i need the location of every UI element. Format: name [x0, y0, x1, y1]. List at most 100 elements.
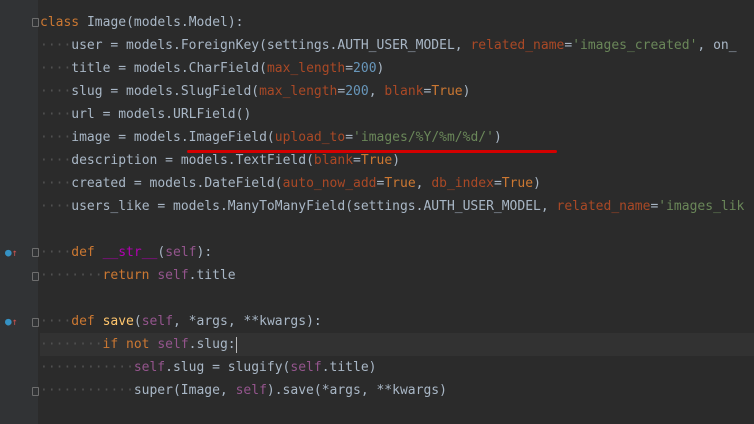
code-token: return [102, 268, 158, 283]
code-token: , on_ [697, 38, 737, 53]
code-token: True [431, 84, 463, 99]
indent-guide: ···· [40, 314, 72, 329]
code-token: def [71, 245, 103, 260]
code-token: url = models.URLField() [71, 107, 252, 122]
code-line[interactable] [40, 287, 754, 310]
code-token: , *args, **kwargs): [173, 314, 322, 329]
indent-guide: ···· [40, 84, 72, 99]
fold-marker[interactable] [32, 272, 39, 281]
text-cursor [235, 336, 237, 353]
code-token: self [290, 360, 322, 375]
code-line[interactable]: ···· user = models.ForeignKey(settings.AU… [40, 34, 754, 57]
code-token: 'images_lik [658, 199, 745, 214]
code-token: = [564, 38, 573, 53]
code-token: related_name [556, 199, 651, 214]
code-token: (Image, [172, 383, 236, 398]
code-token: True [501, 176, 534, 191]
code-token: blank [384, 84, 424, 99]
code-line[interactable]: ···· users_like = models.ManyToManyField(… [40, 195, 754, 218]
code-line[interactable]: ···· slug = models.SlugField(max_length=2… [40, 80, 754, 103]
code-token: , [368, 84, 385, 99]
indent-guide: ···· [40, 130, 72, 145]
fold-marker[interactable] [32, 387, 39, 396]
code-token: True [360, 153, 393, 168]
code-token: True [384, 176, 416, 191]
code-line[interactable]: ············ super(Image, self).save(*arg… [40, 379, 754, 402]
fold-marker[interactable] [32, 318, 39, 327]
code-token: = [493, 176, 502, 191]
code-token: self [157, 337, 189, 352]
code-token: 'images/%Y/%m/%d/' [353, 130, 494, 145]
code-token: class [40, 15, 87, 30]
code-token: = [353, 153, 361, 168]
code-token: save [102, 314, 134, 329]
indent-guide: ···· [40, 153, 72, 168]
code-token: Image [86, 15, 127, 30]
code-token: self [141, 314, 174, 329]
code-token: self [235, 383, 267, 398]
code-token: 200 [345, 84, 369, 99]
code-token: , [415, 176, 432, 191]
override-icon[interactable]: ●↑ [5, 316, 18, 329]
red-underline-annotation [187, 150, 557, 153]
code-token: ( [133, 314, 142, 329]
code-token: .slug = slugify( [165, 360, 291, 375]
indent-guide: ············ [40, 360, 134, 375]
code-token: db_index [431, 176, 494, 191]
code-token: (models.Model): [126, 15, 244, 30]
code-token: ) [533, 176, 541, 191]
code-line[interactable]: ········ if not self.slug: [40, 333, 754, 356]
code-line[interactable]: ···· image = models.ImageField(upload_to=… [40, 126, 754, 149]
indent-guide: ···· [40, 61, 72, 76]
code-line[interactable]: ···· url = models.URLField() [40, 103, 754, 126]
code-token: users_like = models.ManyToManyField(sett… [71, 199, 557, 214]
override-icon[interactable]: ●↑ [5, 247, 18, 260]
indent-guide: ········ [40, 337, 103, 352]
code-token: = [345, 130, 354, 145]
code-token: super [133, 383, 173, 398]
code-token: ) [392, 153, 401, 168]
indent-guide: ···· [40, 38, 72, 53]
code-token: description = models.TextField( [71, 153, 314, 168]
code-line[interactable]: ···· def __str__(self): [40, 241, 754, 264]
code-area[interactable]: class Image(models.Model): ···· user = mod… [40, 11, 754, 402]
code-token: ).save(*args, **kwargs) [266, 383, 447, 398]
indent-guide: ···· [40, 176, 72, 191]
code-token: user = models.ForeignKey(settings.AUTH_U… [71, 38, 471, 53]
code-token: 'images_created' [572, 38, 698, 53]
code-token: image = models.ImageField( [71, 130, 275, 145]
code-editor[interactable]: ●↑ ●↑ class Image(models.Model): ···· user… [0, 0, 754, 424]
code-token: .slug: [188, 337, 236, 352]
code-line[interactable]: class Image(models.Model): [40, 11, 754, 34]
code-token: .title [188, 268, 236, 283]
indent-guide: ········ [40, 268, 103, 283]
code-token: if not [102, 337, 158, 352]
code-line[interactable] [40, 218, 754, 241]
code-token: auto_now_add [282, 176, 377, 191]
code-token: self [133, 360, 166, 375]
code-token: .title) [321, 360, 377, 375]
indent-guide: ············ [40, 383, 134, 398]
fold-marker[interactable] [32, 18, 39, 27]
code-token: max_length [259, 84, 338, 99]
code-line[interactable]: ········ return self.title [40, 264, 754, 287]
code-token: blank [313, 153, 354, 168]
code-token: 200 [353, 61, 377, 76]
code-line[interactable]: ···· title = models.CharField(max_length=… [40, 57, 754, 80]
code-line[interactable]: ···· def save(self, *args, **kwargs): [40, 310, 754, 333]
code-line[interactable]: ···· created = models.DateField(auto_now_… [40, 172, 754, 195]
code-token: ) [493, 130, 502, 145]
code-token: ): [196, 245, 213, 260]
indent-guide: ···· [40, 245, 72, 260]
indent-guide: ···· [40, 107, 72, 122]
code-line[interactable]: ············ self.slug = slugify(self.tit… [40, 356, 754, 379]
fold-marker[interactable] [32, 248, 39, 257]
indent-guide: ···· [40, 199, 72, 214]
code-token: def [71, 314, 103, 329]
code-token: title = models.CharField( [71, 61, 267, 76]
code-token: ) [462, 84, 471, 99]
code-token: created = models.DateField( [71, 176, 283, 191]
code-token: self [165, 245, 197, 260]
code-token: upload_to [274, 130, 346, 145]
editor-gutter[interactable]: ●↑ ●↑ [0, 0, 39, 424]
